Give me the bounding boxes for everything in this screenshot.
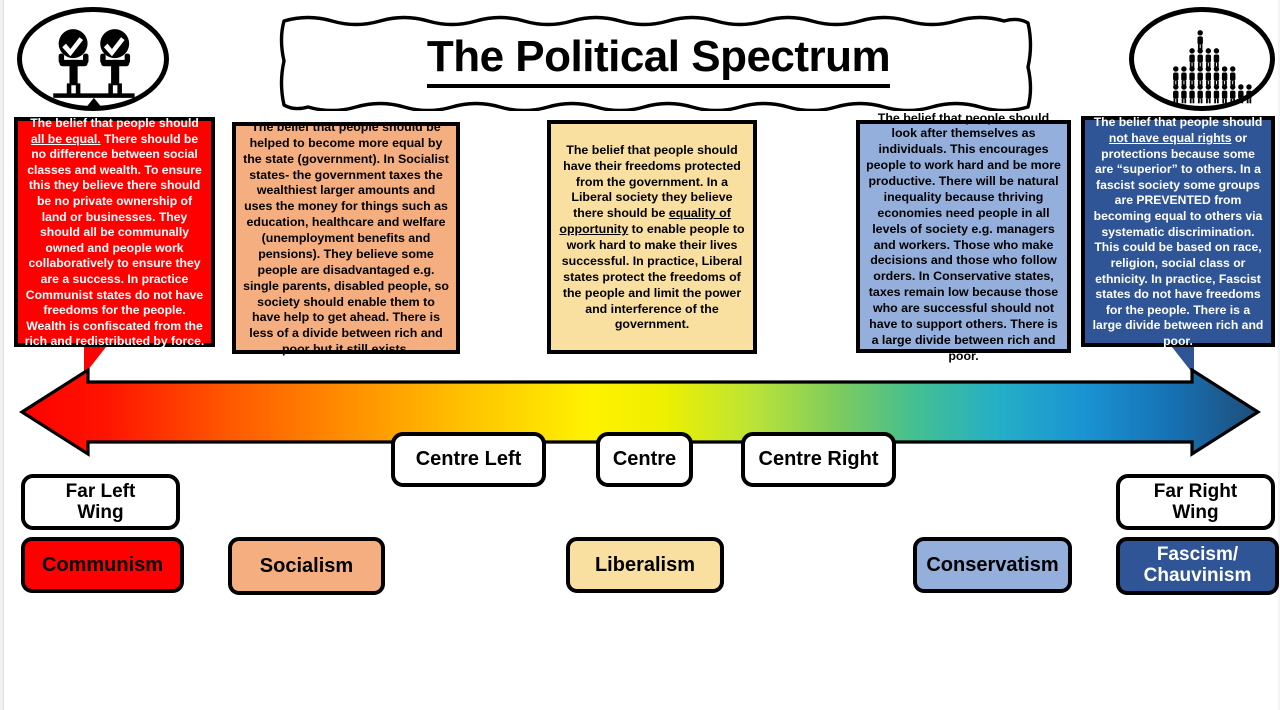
label-centre-left[interactable]: Centre Left — [391, 432, 546, 487]
ideology-chip-communism-text: Communism — [41, 554, 164, 576]
social-hierarchy-pyramid-icon — [1129, 7, 1275, 111]
label-far-right-line1: Far Right — [1153, 480, 1238, 502]
label-centre[interactable]: Centre — [596, 432, 693, 487]
description-box-communism: The belief that people should all be equ… — [14, 116, 215, 350]
desc-lead: The belief that people should be helped … — [243, 119, 449, 357]
desc-lead: The belief that people should look after… — [866, 110, 1061, 363]
description-text-communism: The belief that people should all be equ… — [24, 116, 205, 350]
ideology-chip-conservatism-text: Conservatism — [926, 554, 1059, 576]
description-box-socialism: The belief that people should be helped … — [232, 120, 460, 356]
label-far-left-line2: Wing — [77, 502, 124, 523]
desc-rest: to enable people to work hard to make th… — [561, 222, 745, 332]
label-centre-left-text: Centre Left — [415, 448, 522, 471]
label-far-left-wing[interactable]: Far Left Wing — [21, 474, 180, 530]
ideology-chip-liberalism[interactable]: Liberalism — [566, 537, 724, 593]
page-title-text: The Political Spectrum — [426, 34, 891, 88]
description-text-conservatism: The belief that people should look after… — [866, 111, 1061, 365]
desc-lead: The belief that people should — [1093, 115, 1263, 130]
ideology-chip-socialism[interactable]: Socialism — [228, 537, 385, 595]
title-plaque: The Political Spectrum — [277, 11, 1040, 111]
slide-canvas: The Political Spectrum The belief that p… — [0, 0, 1280, 710]
ideology-chip-communism[interactable]: Communism — [21, 537, 184, 593]
ideology-chip-socialism-text: Socialism — [259, 555, 354, 577]
description-box-liberalism: The belief that people should have their… — [547, 120, 757, 354]
desc-underlined: all be equal. — [30, 131, 101, 146]
ideology-chip-fascism-line1: Fascism/ — [1156, 544, 1239, 566]
page-edge-left — [0, 0, 4, 710]
description-text-liberalism: The belief that people should have their… — [557, 143, 747, 334]
desc-rest: There should be no difference between so… — [24, 131, 205, 349]
page-title: The Political Spectrum — [277, 11, 1040, 111]
label-centre-right[interactable]: Centre Right — [741, 432, 896, 487]
desc-lead: The belief that people should — [30, 115, 199, 130]
label-far-right-line2: Wing — [1172, 502, 1219, 523]
label-far-right-wing[interactable]: Far Right Wing — [1116, 474, 1275, 530]
equality-scales-icon — [17, 7, 169, 111]
desc-rest: or protections because some are “superio… — [1092, 131, 1264, 348]
ideology-chip-fascism[interactable]: Fascism/Chauvinism — [1116, 537, 1279, 595]
description-text-socialism: The belief that people should be helped … — [242, 120, 450, 358]
label-far-left-line1: Far Left — [65, 480, 136, 502]
desc-underlined: not have equal rights — [1108, 131, 1232, 146]
label-centre-right-text: Centre Right — [758, 448, 879, 471]
description-box-fascism: The belief that people should not have e… — [1081, 115, 1275, 349]
ideology-chip-fascism-line2: Chauvinism — [1143, 565, 1252, 586]
ideology-chip-conservatism[interactable]: Conservatism — [913, 537, 1072, 593]
description-box-conservatism: The belief that people should look after… — [856, 111, 1071, 363]
ideology-chip-liberalism-text: Liberalism — [594, 554, 696, 576]
description-text-fascism: The belief that people should not have e… — [1091, 115, 1265, 349]
label-centre-text: Centre — [612, 448, 677, 471]
